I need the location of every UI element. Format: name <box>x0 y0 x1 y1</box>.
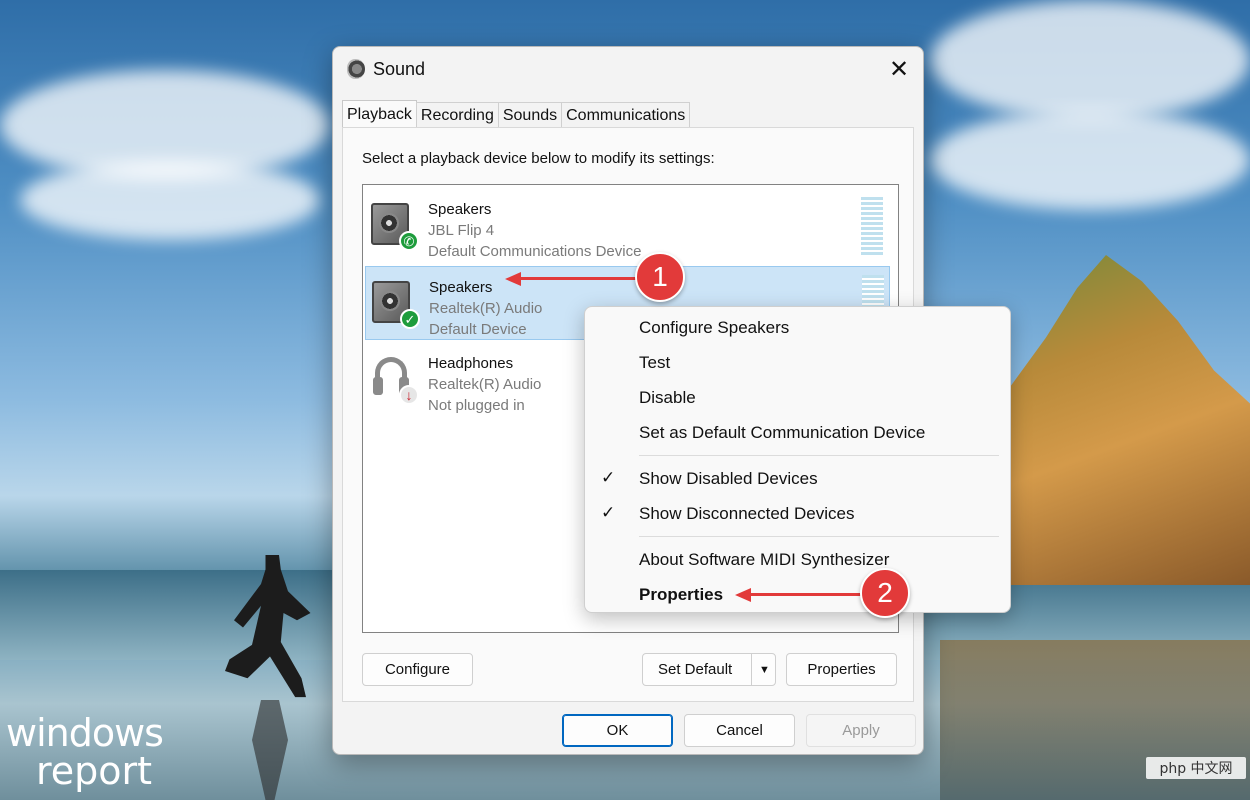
checkmark-icon: ✓ <box>601 468 616 487</box>
menu-item-label: Test <box>639 353 671 372</box>
properties-button[interactable]: Properties <box>786 653 897 686</box>
annotation-arrow-line <box>748 593 863 596</box>
title-bar[interactable]: Sound ✕ <box>333 47 923 91</box>
phone-badge-icon: ✆ <box>399 231 419 251</box>
device-detail: Realtek(R) Audio <box>428 376 542 393</box>
watermark-line2: report <box>36 749 153 793</box>
tab-sounds[interactable]: Sounds <box>497 102 563 128</box>
menu-item-label: Set as Default Communication Device <box>639 423 926 442</box>
set-default-dropdown-arrow-icon[interactable]: ▼ <box>751 654 777 685</box>
unplugged-badge-icon: ↓ <box>399 385 419 405</box>
checkmark-icon: ✓ <box>601 503 616 522</box>
menu-item-label: Show Disabled Devices <box>639 469 818 488</box>
device-detail: Realtek(R) Audio <box>429 300 543 317</box>
menu-separator <box>639 536 999 537</box>
annotation-badge: 1 <box>635 252 685 302</box>
php-watermark-badge: php 中文网 <box>1146 757 1246 779</box>
set-default-button[interactable]: Set Default ▼ <box>642 653 776 686</box>
volume-level-meter <box>861 197 883 255</box>
annotation-arrow-line <box>518 277 638 280</box>
windows-report-watermark: windows report <box>6 711 164 793</box>
set-default-label: Set Default <box>658 661 733 678</box>
apply-button[interactable]: Apply <box>806 714 916 747</box>
instruction-text: Select a playback device below to modify… <box>362 150 715 167</box>
annotation-badge: 2 <box>860 568 910 618</box>
menu-item-about-midi-synth[interactable]: About Software MIDI Synthesizer <box>585 543 1010 578</box>
device-status: Default Device <box>429 321 527 338</box>
sound-app-icon <box>347 59 365 79</box>
menu-item-test[interactable]: Test <box>585 346 1010 381</box>
menu-item-label: Show Disconnected Devices <box>639 504 855 523</box>
menu-item-label: Configure Speakers <box>639 318 790 337</box>
cloud <box>930 110 1250 210</box>
cloud <box>930 0 1250 120</box>
menu-item-label: About Software MIDI Synthesizer <box>639 550 890 569</box>
ok-button[interactable]: OK <box>562 714 673 747</box>
watermark-line1: windows <box>6 711 164 755</box>
menu-item-label: Properties <box>639 585 724 604</box>
menu-item-disable[interactable]: Disable <box>585 381 1010 416</box>
device-status: Not plugged in <box>428 397 525 414</box>
configure-button[interactable]: Configure <box>362 653 473 686</box>
menu-item-label: Disable <box>639 388 696 407</box>
default-check-badge-icon: ✓ <box>400 309 420 329</box>
tab-strip: Playback Recording Sounds Communications <box>342 100 691 128</box>
device-status: Default Communications Device <box>428 243 642 260</box>
tab-playback[interactable]: Playback <box>342 100 417 128</box>
menu-item-configure-speakers[interactable]: Configure Speakers <box>585 311 1010 346</box>
tab-recording[interactable]: Recording <box>415 102 499 128</box>
device-name: Speakers <box>428 201 492 218</box>
runner-reflection <box>252 700 288 800</box>
menu-item-show-disabled-devices[interactable]: ✓ Show Disabled Devices <box>585 462 1010 497</box>
dialog-title: Sound <box>373 59 426 79</box>
menu-item-show-disconnected-devices[interactable]: ✓ Show Disconnected Devices <box>585 497 1010 532</box>
device-name: Headphones <box>428 355 514 372</box>
device-name: Speakers <box>429 279 493 296</box>
menu-item-set-default-communication[interactable]: Set as Default Communication Device <box>585 416 1010 451</box>
rock-formation <box>1010 255 1250 585</box>
device-item-jbl-speakers[interactable]: ✆ Speakers JBL Flip 4 Default Communicat… <box>365 189 890 263</box>
cancel-button[interactable]: Cancel <box>684 714 795 747</box>
tab-communications[interactable]: Communications <box>561 102 691 128</box>
menu-separator <box>639 455 999 456</box>
cloud <box>20 160 320 240</box>
device-context-menu: Configure Speakers Test Disable Set as D… <box>584 306 1011 613</box>
device-detail: JBL Flip 4 <box>428 222 495 239</box>
close-button[interactable]: ✕ <box>875 47 923 91</box>
